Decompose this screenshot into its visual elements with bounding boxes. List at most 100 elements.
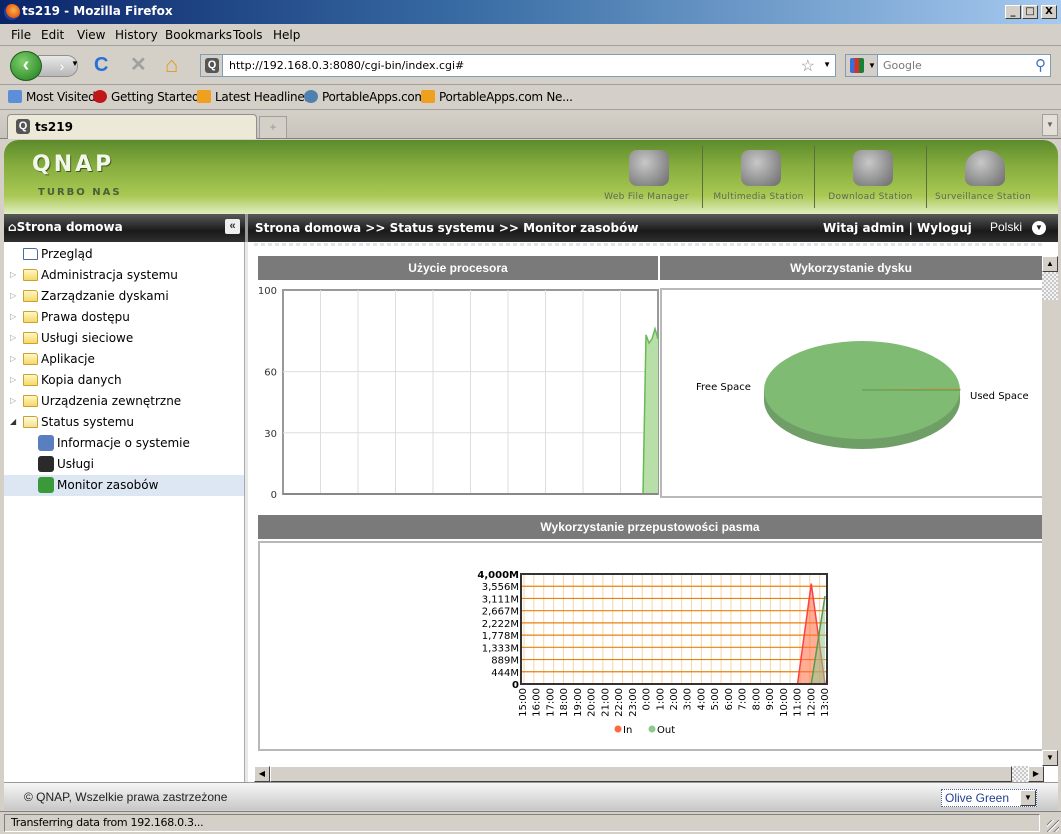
bandwidth-x-tick-label: 23:00 (628, 688, 639, 717)
google-icon (850, 58, 864, 73)
station-multimedia[interactable]: Multimedia Station (703, 146, 815, 208)
search-input[interactable]: Google (883, 59, 922, 72)
menu-file[interactable]: File (11, 28, 31, 42)
folder-icon (23, 395, 38, 407)
bookmark-label: Most Visited (26, 90, 96, 104)
resize-grip[interactable] (1047, 820, 1059, 832)
sidebar-item[interactable]: ▷ Administracja systemu (4, 265, 244, 286)
bandwidth-x-tick-label: 18:00 (559, 688, 570, 717)
scroll-right-button[interactable]: ▶ (1028, 766, 1044, 782)
sidebar-item[interactable]: ▷ Urządzenia zewnętrzne (4, 391, 244, 412)
sidebar-item[interactable]: ▷ Usługi sieciowe (4, 328, 244, 349)
expand-arrow-icon[interactable]: ▷ (10, 396, 16, 405)
search-icon[interactable]: ⚲ (1035, 56, 1046, 74)
bookmarks-toolbar: Most Visited Getting Started Latest Head… (0, 86, 1061, 110)
history-dropdown-icon[interactable]: ▼ (71, 59, 79, 68)
expand-arrow-icon[interactable]: ▷ (10, 333, 16, 342)
bandwidth-y-tick-label: 3,111M (482, 594, 519, 605)
menu-bookmarks[interactable]: Bookmarks (165, 28, 232, 42)
collapse-sidebar-button[interactable]: « (225, 219, 240, 234)
sidebar-item[interactable]: Monitor zasobów (4, 475, 244, 496)
scroll-track[interactable] (270, 766, 1012, 782)
minimize-button[interactable]: _ (1005, 5, 1021, 19)
copyright-text: © QNAP, Wszelkie prawa zastrzeżone (24, 790, 228, 804)
expand-arrow-icon[interactable]: ▷ (10, 375, 16, 384)
bandwidth-x-tick-label: 15:00 (518, 688, 529, 717)
chevron-down-icon[interactable]: ▼ (1020, 790, 1036, 806)
menu-history[interactable]: History (115, 28, 158, 42)
station-label: Web File Manager (604, 192, 689, 202)
sidebar-item[interactable]: ▷ Prawa dostępu (4, 307, 244, 328)
sidebar-item[interactable]: Przegląd (4, 244, 244, 265)
url-input[interactable]: http://192.168.0.3:8080/cgi-bin/index.cg… (229, 59, 464, 72)
theme-select[interactable]: Olive Green ▼ (941, 789, 1037, 807)
scroll-thumb[interactable] (1012, 766, 1028, 782)
scroll-left-button[interactable]: ◀ (254, 766, 270, 782)
url-bar[interactable]: Q http://192.168.0.3:8080/cgi-bin/index.… (200, 54, 836, 77)
sidebar-item[interactable]: ▷ Zarządzanie dyskami (4, 286, 244, 307)
station-download[interactable]: Download Station (815, 146, 927, 208)
scroll-thumb[interactable] (1042, 272, 1058, 300)
horizontal-scrollbar[interactable]: ◀ ▶ (254, 766, 1044, 782)
sidebar-title[interactable]: ⌂Strona domowa (8, 220, 123, 234)
sidebar-item-label: Informacje o systemie (57, 436, 190, 450)
url-dropdown-icon[interactable]: ▼ (823, 60, 831, 69)
bookmark-portableapps[interactable]: PortableApps.com (304, 90, 426, 104)
pie-label-used-space: Used Space (970, 391, 1029, 402)
bandwidth-y-tick-label: 2,667M (482, 607, 519, 618)
menu-edit[interactable]: Edit (41, 28, 64, 42)
back-button[interactable]: ‹ (10, 51, 42, 81)
expand-arrow-icon[interactable]: ▷ (10, 270, 16, 279)
bookmark-most-visited[interactable]: Most Visited (8, 90, 96, 104)
sidebar-item[interactable]: ▷ Kopia danych (4, 370, 244, 391)
home-icon[interactable]: ⌂ (165, 54, 178, 76)
vertical-scrollbar[interactable]: ▲ ▼ (1042, 256, 1058, 766)
reload-icon[interactable]: C (94, 55, 108, 75)
bandwidth-x-tick-label: 11:00 (793, 688, 804, 717)
overview-icon (23, 248, 38, 260)
expand-arrow-icon[interactable]: ▷ (10, 354, 16, 363)
search-engine-button[interactable]: ▼ (846, 55, 878, 76)
maximize-button[interactable]: □ (1022, 5, 1038, 19)
qnap-favicon-icon: Q (16, 119, 30, 134)
site-identity-button[interactable]: Q (201, 55, 223, 76)
close-button[interactable]: X (1041, 5, 1057, 19)
bookmark-star-icon[interactable]: ☆ (801, 56, 815, 76)
main-content: Użycie procesora Wykorzystanie dysku 0 30… (248, 242, 1058, 782)
bandwidth-y-tick-label: 4,000M (477, 570, 519, 581)
bandwidth-x-tick-label: 4:00 (696, 688, 707, 710)
stop-icon[interactable]: ✕ (130, 55, 147, 75)
expand-arrow-icon[interactable]: ▷ (10, 291, 16, 300)
search-bar[interactable]: ▼ Google ⚲ (845, 54, 1051, 77)
station-web-file-manager[interactable]: Web File Manager (591, 146, 703, 208)
bookmark-latest-headlines[interactable]: Latest Headlines (197, 90, 311, 104)
pie-label-free-space: Free Space (696, 382, 751, 393)
scroll-down-button[interactable]: ▼ (1042, 750, 1058, 766)
bandwidth-x-tick-label: 17:00 (545, 688, 556, 717)
menu-view[interactable]: View (77, 28, 105, 42)
bandwidth-chart: 0444M889M1,333M1,778M2,222M2,667M3,111M3… (477, 570, 831, 736)
language-dropdown-icon[interactable]: ▼ (1032, 221, 1046, 235)
tab-list-button[interactable]: ▼ (1042, 114, 1058, 136)
station-surveillance[interactable]: Surveillance Station (927, 146, 1039, 208)
sidebar-item[interactable]: ◢ Status systemu (4, 412, 244, 433)
scroll-up-button[interactable]: ▲ (1042, 256, 1058, 272)
language-label[interactable]: Polski (990, 220, 1022, 234)
new-tab-button[interactable]: + (259, 116, 287, 138)
bookmark-portableapps-news[interactable]: PortableApps.com Ne... (421, 90, 573, 104)
system-info-icon (38, 435, 54, 451)
sidebar-item[interactable]: Informacje o systemie (4, 433, 244, 454)
welcome-logout[interactable]: Witaj admin | Wyloguj (823, 221, 972, 235)
legend-marker-in (614, 725, 622, 733)
download-station-icon (853, 150, 893, 186)
bookmark-getting-started[interactable]: Getting Started (93, 90, 200, 104)
sidebar-item[interactable]: Usługi (4, 454, 244, 475)
expand-arrow-icon[interactable]: ▷ (10, 312, 16, 321)
back-icon: ‹ (22, 54, 30, 76)
sidebar-item[interactable]: ▷ Aplikacje (4, 349, 244, 370)
tab-ts219[interactable]: Q ts219 (7, 114, 257, 139)
cpu-y-tick-label: 100 (258, 286, 277, 297)
menu-tools[interactable]: Tools (233, 28, 263, 42)
collapse-arrow-icon[interactable]: ◢ (10, 417, 16, 426)
menu-help[interactable]: Help (273, 28, 300, 42)
